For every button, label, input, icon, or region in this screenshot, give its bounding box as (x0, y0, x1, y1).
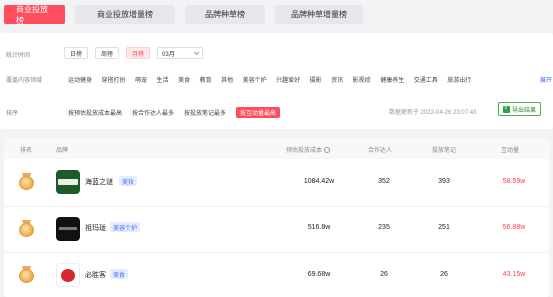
export-button-label: 导出结果 (511, 107, 536, 114)
period-option-month[interactable]: 月榜 (126, 47, 151, 59)
category-option[interactable]: 摄影 (310, 75, 322, 84)
export-button[interactable]: 导出结果 (498, 102, 541, 116)
notes-value: 393 (438, 178, 450, 185)
col-rank: 排名 (20, 148, 33, 154)
table-header: 排名 品牌 预估投放成本 合作达人 投放笔记 互动量 (4, 138, 549, 159)
brand-logo (56, 217, 80, 241)
category-option[interactable]: 其他 (221, 75, 233, 84)
month-select[interactable]: 03月 (157, 47, 204, 59)
sort-option-creators[interactable]: 按合作达人最多 (132, 108, 174, 117)
brand-name[interactable]: 海蓝之谜 (85, 177, 113, 187)
category-option[interactable]: 影视综 (353, 75, 371, 84)
category-tag: 美容个护 (110, 222, 141, 232)
brand-name[interactable]: 祖玛珑 (85, 223, 106, 233)
creators-value: 352 (378, 178, 390, 185)
creators-value: 235 (378, 224, 390, 231)
bronze-medal-icon (19, 266, 34, 283)
category-option[interactable]: 穿搭打扮 (102, 75, 126, 84)
interactions-value: 43.15w (502, 271, 526, 278)
category-option[interactable]: 生活 (157, 75, 169, 84)
category-option[interactable]: 运动健身 (68, 75, 92, 84)
expand-link[interactable]: 展开 (540, 75, 552, 84)
brand-name[interactable]: 必胜客 (85, 270, 106, 280)
col-notes[interactable]: 投放笔记 (432, 145, 456, 154)
category-option[interactable]: 旅游出行 (447, 75, 471, 84)
excel-icon (502, 105, 510, 113)
sort-label: 排序 (6, 111, 19, 117)
info-icon[interactable] (324, 147, 331, 153)
tab-brand-seeding[interactable]: 品牌种草榜 (185, 5, 265, 24)
table-row[interactable]: 祖玛珑 美容个护 516.8w 235 251 56.88w (4, 207, 549, 257)
col-cost-label: 预估投放成本 (286, 148, 323, 154)
ranking-table: 排名 品牌 预估投放成本 合作达人 投放笔记 互动量 海蓝之谜 美妆 1084.… (4, 138, 549, 297)
category-option[interactable]: 健康养生 (380, 75, 404, 84)
sort-option-interactions[interactable]: 按互动量最高 (236, 107, 281, 118)
category-option[interactable]: 美食 (178, 75, 190, 84)
col-brand: 品牌 (56, 148, 69, 154)
col-creators[interactable]: 合作达人 (368, 145, 392, 154)
category-option[interactable]: 兴趣爱好 (276, 75, 300, 84)
notes-value: 251 (438, 224, 450, 231)
tab-brand-seeding-growth[interactable]: 品牌种草增量榜 (275, 5, 363, 24)
category-tag: 美妆 (119, 176, 138, 186)
period-option-day[interactable]: 日榜 (64, 47, 89, 59)
interactions-value: 58.59w (502, 178, 526, 185)
category-option[interactable]: 萌宠 (135, 75, 147, 84)
chevron-down-icon (193, 49, 200, 56)
col-cost[interactable]: 预估投放成本 (286, 145, 331, 154)
month-select-value: 03月 (162, 51, 175, 58)
sort-option-notes[interactable]: 按投放笔记最多 (184, 108, 226, 117)
interactions-value: 56.88w (502, 224, 526, 231)
tab-commercial-placement[interactable]: 商业投放榜 (4, 5, 65, 25)
update-time: 数据更新于 2022-04-26 23:07:43 (389, 110, 477, 116)
gold-medal-icon (19, 173, 34, 190)
period-option-week[interactable]: 周榜 (95, 47, 120, 59)
category-label: 覆盖内容领域 (6, 78, 43, 84)
col-interactions[interactable]: 互动量 (501, 145, 519, 154)
notes-value: 26 (440, 271, 448, 278)
table-row[interactable]: 海蓝之谜 美妆 1084.42w 352 393 58.59w (4, 159, 549, 209)
creators-value: 26 (380, 271, 388, 278)
brand-logo (56, 263, 80, 287)
table-row[interactable]: 必胜客 美食 69.68w 26 26 43.15w (4, 253, 549, 297)
category-tag: 美食 (110, 269, 129, 279)
period-label: 统计时间 (6, 53, 31, 59)
cost-value: 1084.42w (303, 178, 335, 185)
category-option[interactable]: 交通工具 (414, 75, 438, 84)
sort-option-cost[interactable]: 按预估投放成本最高 (68, 108, 122, 117)
tab-commercial-placement-growth[interactable]: 商业投放增量榜 (75, 5, 175, 24)
cost-value: 516.8w (307, 224, 331, 231)
ranking-tabs: 商业投放榜 商业投放增量榜 品牌种草榜 品牌种草增量榜 (4, 5, 363, 25)
category-option[interactable]: 教育 (200, 75, 212, 84)
brand-logo (56, 170, 80, 194)
category-option[interactable]: 美容个护 (243, 75, 267, 84)
silver-medal-icon (19, 220, 34, 237)
cost-value: 69.68w (307, 271, 331, 278)
category-option[interactable]: 资讯 (331, 75, 343, 84)
